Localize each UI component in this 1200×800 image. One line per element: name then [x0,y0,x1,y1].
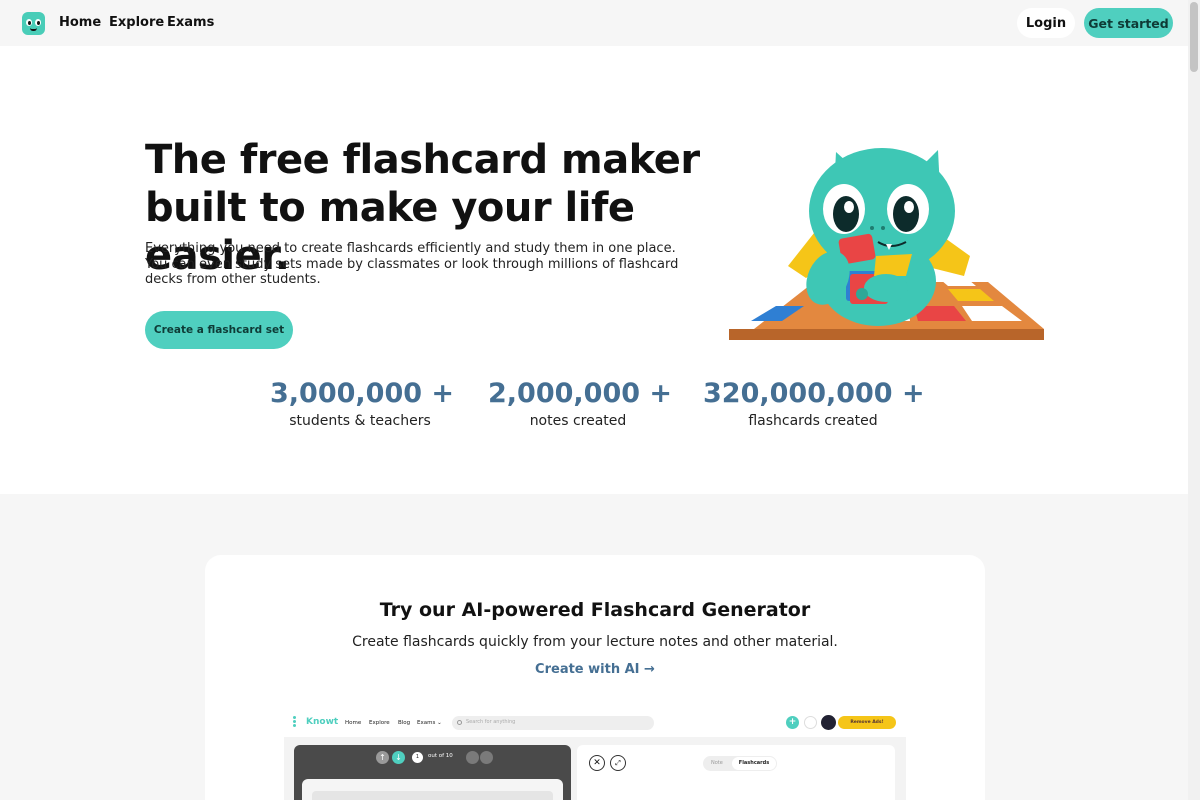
preview-arrow-up-icon: ↑ [376,751,389,764]
preview-zoom-in-icon [480,751,493,764]
preview-nav-home: Home [345,720,362,726]
preview-tab-note: Note [711,760,723,766]
stat-flashcards-label: flashcards created [748,413,878,429]
stat-students: 3,000,000 + students & teachers [270,378,455,429]
preview-expand-icon: ⤢ [610,755,626,771]
login-button[interactable]: Login [1017,8,1075,38]
preview-document-line [312,791,553,800]
preview-brand: Knowt [306,717,339,727]
preview-plus-icon: + [786,716,799,729]
stat-flashcards: 320,000,000 + flashcards created [703,378,925,429]
hero-section: The free flashcard maker built to make y… [0,46,1188,494]
stat-notes-label: notes created [529,413,627,429]
preview-top-bar: Knowt Home Explore Blog Exams ⌄ Search f… [284,711,906,737]
stat-notes-value: 2,000,000 + [488,378,673,409]
stat-students-value: 3,000,000 + [270,378,455,409]
preview-nav-exams: Exams ⌄ [417,720,442,726]
nav-home-link[interactable]: Home [59,15,101,30]
nav-explore-link[interactable]: Explore [109,15,164,30]
preview-nav-blog: Blog [398,720,411,726]
ai-section-subtitle: Create flashcards quickly from your lect… [352,634,838,650]
preview-search-icon [457,720,462,725]
preview-document-panel: ↑ ↓ 1 out of 10 [294,745,571,800]
app-preview: Knowt Home Explore Blog Exams ⌄ Search f… [284,711,906,800]
preview-avatar [821,715,836,730]
preview-logo-icon [293,716,297,730]
preview-search: Search for anything [452,716,654,730]
preview-view-toggle: Note Flashcards [703,756,777,771]
preview-nav-explore: Explore [369,720,390,726]
logo-icon[interactable] [22,12,45,35]
preview-remove-ads-button: Remove Ads! [838,716,896,729]
preview-page-count: out of 10 [428,753,453,759]
scrollbar-track[interactable] [1188,0,1200,800]
preview-search-placeholder: Search for anything [466,719,516,725]
hero-description: Everything you need to create flashcards… [145,241,679,287]
ai-section-title: Try our AI-powered Flashcard Generator [379,599,811,621]
hero-title-line1: The free flashcard maker [145,137,700,183]
preview-tab-flashcards: Flashcards [732,757,776,770]
get-started-button[interactable]: Get started [1084,8,1173,38]
top-nav: Home Explore Exams Login Get started [0,0,1188,46]
scrollbar-thumb[interactable] [1190,2,1198,72]
preview-zoom-out-icon [466,751,479,764]
preview-close-icon: ✕ [589,755,605,771]
create-with-ai-link[interactable]: Create with AI → [205,662,985,677]
stat-notes: 2,000,000 + notes created [488,378,673,429]
stat-flashcards-value: 320,000,000 + [703,378,925,409]
preview-page-number: 1 [412,752,423,763]
nav-exams-link[interactable]: Exams [167,15,214,30]
preview-arrow-down-icon: ↓ [392,751,405,764]
preview-flashcard-panel: ✕ ⤢ Note Flashcards [577,745,895,800]
create-flashcard-set-button[interactable]: Create a flashcard set [145,311,293,349]
dragon-mascot-illustration [729,148,1044,340]
preview-bell-icon [804,716,817,729]
stat-students-label: students & teachers [289,413,431,429]
